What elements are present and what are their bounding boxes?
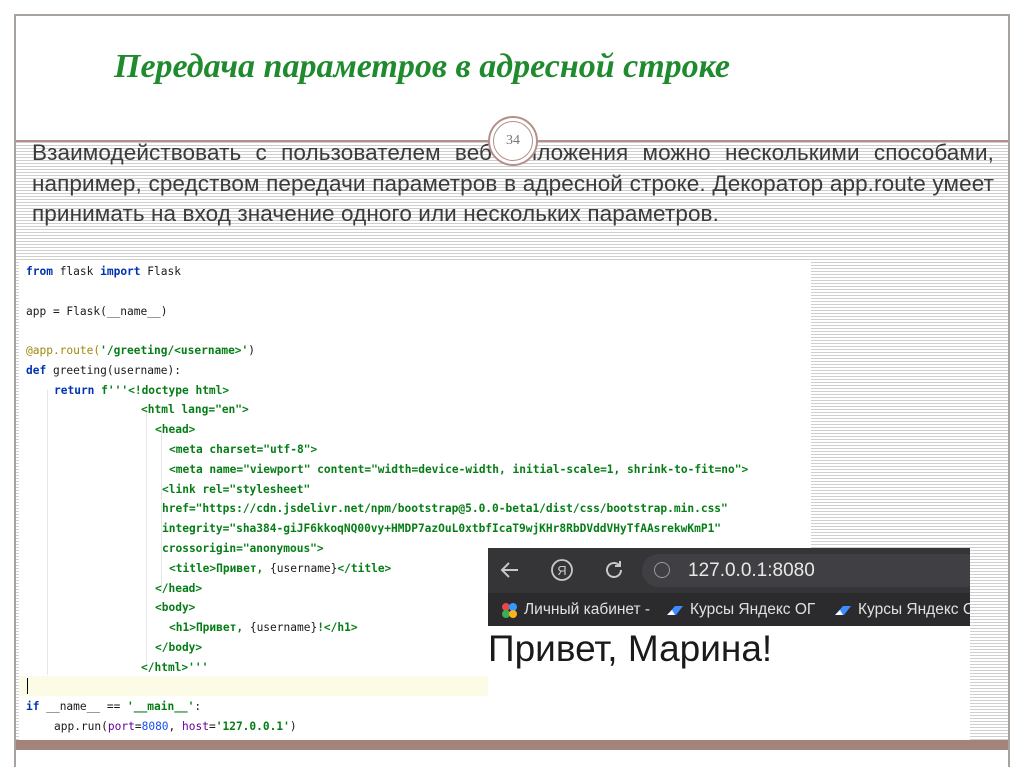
bookmark-yandex-courses-2[interactable]: Курсы Яндекс С (834, 593, 970, 626)
bookmark-yandex-courses-1[interactable]: Курсы Яндекс ОГ (666, 593, 815, 626)
code-line-19: <h1>Привет, {username}!</h1> (169, 621, 358, 634)
current-line-highlight (19, 676, 489, 696)
text-caret (27, 678, 28, 694)
yandex-icon[interactable]: Я (550, 558, 574, 582)
code-line-23: if __name__ == '__main__': (26, 700, 202, 713)
reload-icon[interactable] (602, 558, 626, 582)
code-line-1: from flask import Flask (26, 265, 181, 278)
browser-toolbar: Я 127.0.0.1:8080 (488, 548, 970, 593)
slide-title: Передача параметров в адресной строке (114, 48, 730, 85)
frame-top (14, 14, 1010, 16)
code-line-3: app = Flask(__name__) (26, 305, 168, 318)
code-line-12: <link rel="stylesheet" (162, 483, 311, 496)
code-line-8: <html lang="en"> (141, 403, 249, 416)
svg-text:Я: Я (557, 563, 566, 578)
back-arrow-icon[interactable] (498, 558, 522, 582)
code-line-17: </head> (155, 582, 203, 595)
swoosh-icon (667, 605, 683, 615)
code-line-14: integrity="sha384-giJF6kkoqNQ00vy+HMDP7a… (162, 522, 722, 535)
code-line-7: return f'''<!doctype html> (54, 384, 230, 397)
bottom-bar (16, 740, 1008, 750)
address-bar[interactable]: 127.0.0.1:8080 (642, 554, 970, 587)
browser-window: Я 127.0.0.1:8080 Личный кабинет - Курсы … (488, 548, 970, 740)
bookmark-personal-cabinet[interactable]: Личный кабинет - (500, 593, 650, 626)
swoosh-icon (835, 605, 851, 615)
code-line-10: <meta charset="utf-8"> (169, 443, 318, 456)
code-line-6: def greeting(username): (26, 364, 181, 377)
code-line-5: @app.route('/greeting/<username>') (26, 344, 256, 357)
code-line-20: </body> (155, 641, 203, 654)
multicolor-dots-icon (502, 602, 517, 618)
url-text: 127.0.0.1:8080 (688, 560, 815, 581)
frame-right (1008, 16, 1010, 767)
code-line-11: <meta name="viewport" content="width=dev… (169, 463, 749, 476)
page-heading: Привет, Марина! (488, 628, 773, 669)
globe-icon (654, 562, 670, 578)
code-line-24: app.run(port=8080, host='127.0.0.1') (54, 720, 297, 733)
code-line-13: href="https://cdn.jsdelivr.net/npm/boots… (162, 502, 728, 515)
code-line-15: crossorigin="anonymous"> (162, 542, 324, 555)
page-number: 34 (493, 121, 533, 161)
code-line-9: <head> (155, 423, 196, 436)
code-line-21: </html>''' (141, 661, 209, 674)
page-number-badge: 34 (488, 116, 538, 166)
bookmarks-bar: Личный кабинет - Курсы Яндекс ОГ Курсы Я… (488, 593, 970, 626)
code-line-16: <title>Привет, {username}</title> (169, 562, 392, 575)
code-line-18: <body> (155, 601, 196, 614)
